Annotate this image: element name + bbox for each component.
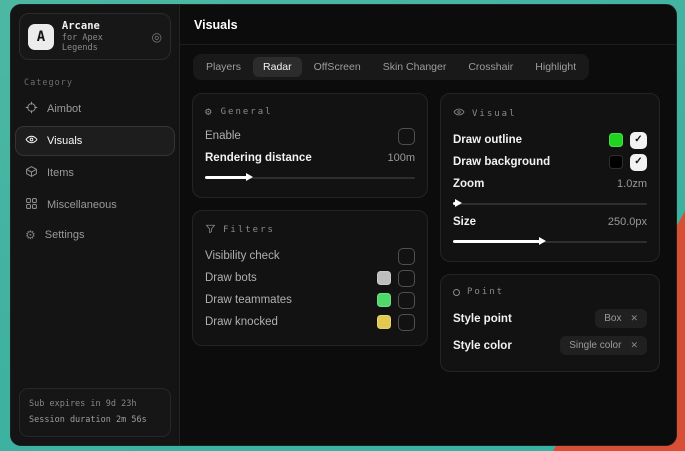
visibility-check-checkbox[interactable]: ✓ [398, 248, 415, 265]
visibility-check-label: Visibility check [205, 250, 280, 262]
section-title: General [221, 107, 273, 117]
style-point-value: Box [604, 313, 621, 324]
style-point-label: Style point [453, 313, 512, 325]
tab-bar: Players Radar OffScreen Skin Changer Cro… [193, 54, 589, 80]
draw-knocked-color-swatch[interactable] [377, 315, 391, 329]
point-card: Point Style point Box ✕ Style color Sing… [440, 274, 660, 372]
point-card-title: Point [453, 287, 647, 297]
sidebar: A Arcane for Apex Legends ◎ Category Aim… [11, 5, 180, 445]
enable-label: Enable [205, 130, 241, 142]
tab-offscreen[interactable]: OffScreen [304, 57, 371, 77]
app-logo: A [28, 24, 54, 50]
point-icon [453, 289, 460, 296]
filters-card-title: Filters [205, 223, 415, 237]
zoom-slider[interactable] [453, 198, 647, 209]
size-slider[interactable] [453, 236, 647, 247]
app-subtitle: for Apex Legends [62, 33, 144, 53]
draw-bots-color-swatch[interactable] [377, 271, 391, 285]
scan-icon[interactable]: ◎ [152, 31, 162, 43]
draw-outline-color-swatch[interactable] [609, 133, 623, 147]
rendering-distance-slider[interactable] [205, 172, 415, 183]
tab-highlight[interactable]: Highlight [525, 57, 586, 77]
slider-thumb[interactable] [246, 173, 253, 181]
draw-knocked-checkbox[interactable]: ✓ [398, 314, 415, 331]
rendering-distance-value: 100m [387, 152, 415, 164]
draw-background-label: Draw background [453, 156, 550, 168]
eye-scan-icon [25, 133, 38, 149]
size-value: 250.0px [608, 216, 647, 228]
session-duration-text: Session duration 2m 56s [29, 413, 161, 428]
check-icon: ✓ [634, 135, 642, 145]
enable-checkbox[interactable]: ✓ [398, 128, 415, 145]
general-card-title: ⚙ General [205, 106, 415, 117]
sidebar-item-visuals[interactable]: Visuals [15, 126, 175, 156]
section-title: Point [467, 287, 504, 297]
draw-outline-checkbox[interactable]: ✓ [630, 132, 647, 149]
slider-thumb[interactable] [539, 237, 546, 245]
tab-crosshair[interactable]: Crosshair [458, 57, 523, 77]
sub-expires-text: Sub expires in 9d 23h [29, 397, 161, 412]
sidebar-item-label: Items [47, 167, 74, 179]
slider-fill [453, 240, 540, 243]
style-point-select[interactable]: Box ✕ [595, 309, 647, 328]
style-color-value: Single color [569, 340, 621, 351]
check-icon: ✓ [634, 157, 642, 167]
sidebar-item-label: Visuals [47, 135, 82, 147]
close-icon[interactable]: ✕ [630, 341, 638, 350]
cube-icon [25, 165, 38, 181]
gear-icon: ⚙ [25, 229, 36, 241]
visual-card: Visual Draw outline ✓ Draw background [440, 93, 660, 262]
grid-icon [25, 197, 38, 213]
rendering-distance-label: Rendering distance [205, 152, 312, 164]
crosshair-icon [25, 101, 38, 117]
sidebar-item-settings[interactable]: ⚙ Settings [15, 222, 175, 248]
app-header-card: A Arcane for Apex Legends ◎ [19, 13, 171, 60]
slider-fill [453, 202, 456, 205]
main-panel: Visuals Players Radar OffScreen Skin Cha… [180, 5, 676, 445]
slider-thumb[interactable] [455, 199, 462, 207]
close-icon[interactable]: ✕ [630, 314, 638, 323]
app-window: A Arcane for Apex Legends ◎ Category Aim… [10, 4, 677, 446]
funnel-icon [205, 223, 216, 237]
draw-teammates-checkbox[interactable]: ✓ [398, 292, 415, 309]
filters-card: Filters Visibility check ✓ Draw bots ✓ [192, 210, 428, 346]
zoom-label: Zoom [453, 178, 484, 190]
sidebar-item-aimbot[interactable]: Aimbot [15, 94, 175, 124]
app-name: Arcane [62, 20, 144, 32]
tab-radar[interactable]: Radar [253, 57, 302, 77]
tab-skin-changer[interactable]: Skin Changer [373, 57, 457, 77]
tab-players[interactable]: Players [196, 57, 251, 77]
subscription-info-card: Sub expires in 9d 23h Session duration 2… [19, 388, 171, 437]
eye-icon [453, 106, 465, 121]
section-title: Filters [223, 225, 275, 235]
sidebar-item-label: Aimbot [47, 103, 81, 115]
draw-outline-label: Draw outline [453, 134, 522, 146]
general-card: ⚙ General Enable ✓ Rendering distance 10… [192, 93, 428, 198]
slider-fill [205, 176, 247, 179]
draw-teammates-label: Draw teammates [205, 294, 292, 306]
visual-card-title: Visual [453, 106, 647, 121]
draw-bots-label: Draw bots [205, 272, 257, 284]
draw-teammates-color-swatch[interactable] [377, 293, 391, 307]
zoom-value: 1.0zm [617, 178, 647, 190]
style-color-label: Style color [453, 340, 512, 352]
sidebar-item-miscellaneous[interactable]: Miscellaneous [15, 190, 175, 220]
gear-icon: ⚙ [205, 106, 214, 117]
sidebar-item-label: Miscellaneous [47, 199, 117, 211]
sidebar-item-label: Settings [45, 229, 85, 241]
draw-background-color-swatch[interactable] [609, 155, 623, 169]
draw-background-checkbox[interactable]: ✓ [630, 154, 647, 171]
sidebar-item-items[interactable]: Items [15, 158, 175, 188]
size-label: Size [453, 216, 476, 228]
draw-bots-checkbox[interactable]: ✓ [398, 270, 415, 287]
style-color-select[interactable]: Single color ✕ [560, 336, 647, 355]
page-title: Visuals [180, 5, 676, 45]
section-title: Visual [472, 109, 517, 119]
draw-knocked-label: Draw knocked [205, 316, 278, 328]
slider-track [453, 203, 647, 205]
category-label: Category [24, 78, 179, 88]
